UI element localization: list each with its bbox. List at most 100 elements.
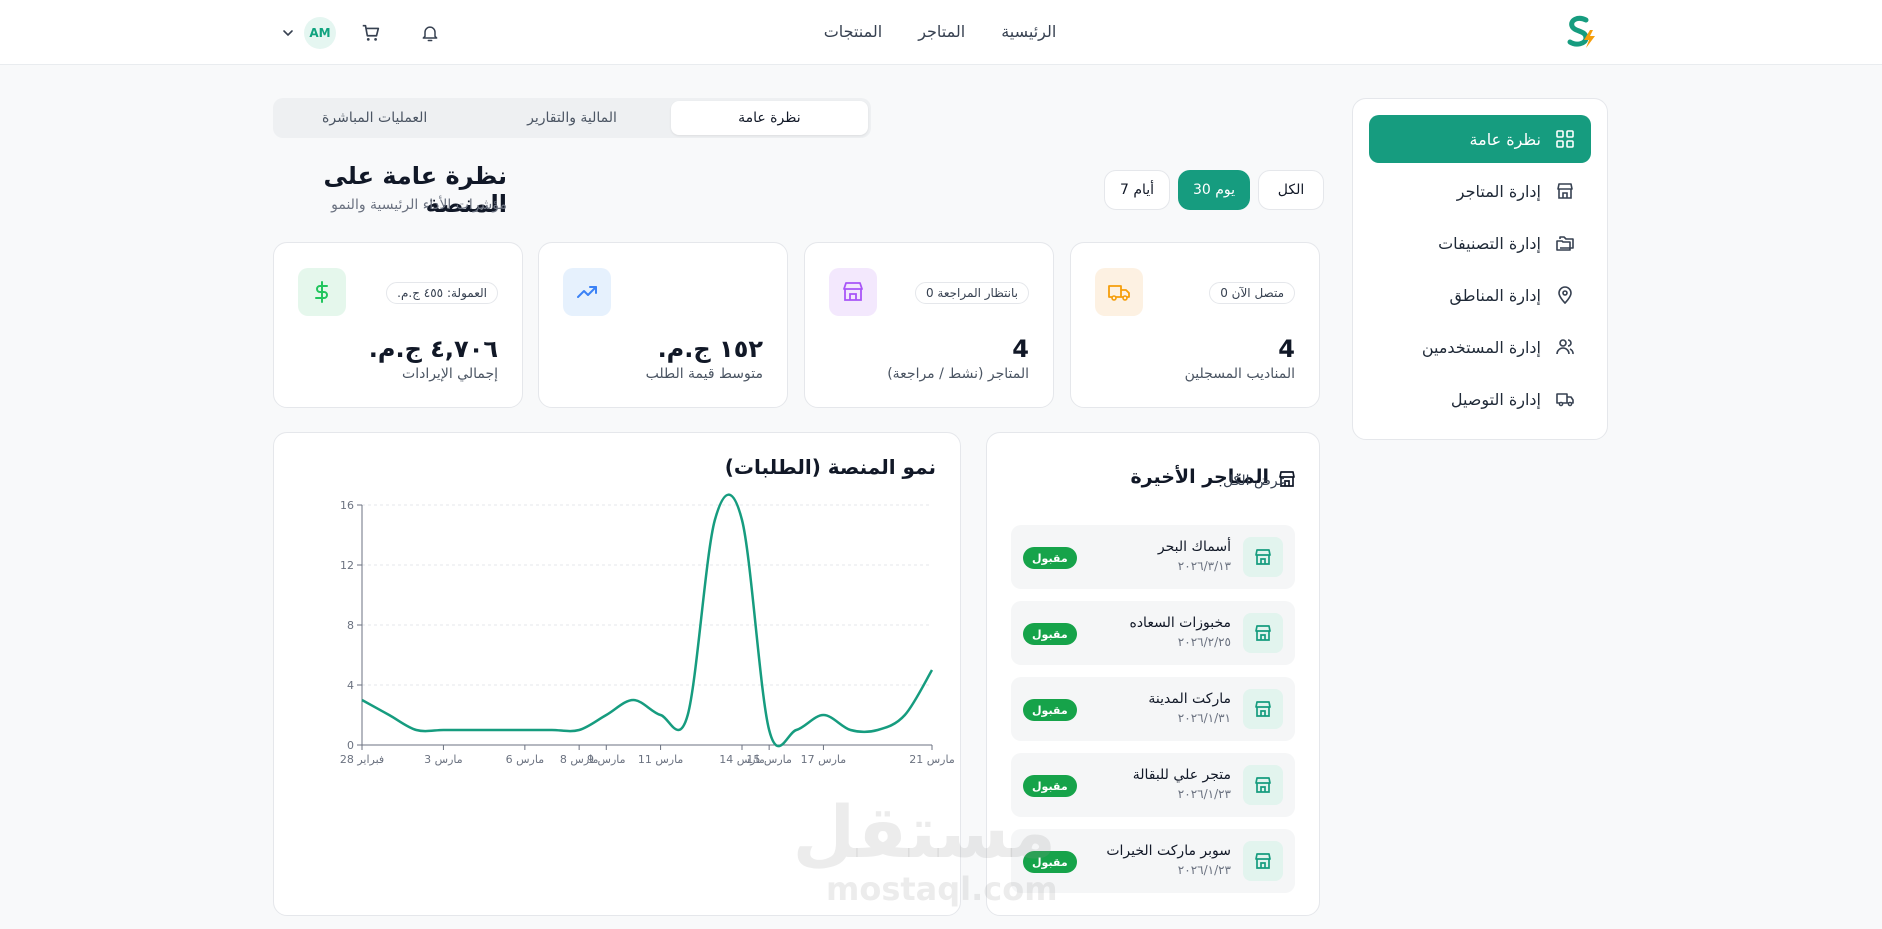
truck-icon: [1108, 285, 1130, 301]
stat-label: متوسط قيمة الطلب: [645, 366, 763, 382]
status-badge: مقبول: [1023, 699, 1077, 721]
chart-title: نمو المنصة (الطلبات): [724, 455, 936, 479]
y-tick-label: 8: [347, 619, 354, 632]
status-badge: بانتظار المراجعة 0: [914, 282, 1029, 304]
store-date: ٢٠٢٦/٣/١٣: [1177, 559, 1231, 573]
store-icon: [1255, 701, 1271, 717]
x-tick-label: مارس 15: [746, 753, 792, 766]
range-all-button[interactable]: الكل: [1258, 170, 1324, 210]
stat-value: 4: [1278, 335, 1295, 363]
store-name: سوبر ماركت الخيرات: [1106, 843, 1231, 859]
sidebar-item-label: إدارة التصنيفات: [1438, 233, 1541, 253]
tab-finance-reports[interactable]: المالية والتقارير: [473, 101, 670, 135]
stat-icon-wrap: [1095, 268, 1143, 316]
store-name: أسماك البحر: [1157, 539, 1231, 555]
store-list-item[interactable]: ماركت المدينة ٢٠٢٦/١/٣١ مقبول: [1011, 677, 1295, 741]
stat-label: إجمالي الإيرادات: [402, 366, 498, 382]
status-badge: مقبول: [1023, 547, 1077, 569]
range-7-days-button[interactable]: 7 أيام: [1104, 170, 1170, 210]
top-navbar: الرئيسية المتاجر المنتجات AM: [0, 0, 1882, 65]
user-avatar[interactable]: AM: [304, 17, 336, 49]
sidebar-item-label: إدارة التوصيل: [1450, 389, 1541, 409]
y-tick-label: 12: [340, 559, 354, 572]
x-tick-label: مارس 17: [801, 753, 847, 766]
view-all-link[interactable]: عرض الكل: [1223, 473, 1287, 489]
status-badge: العمولة: ٤٥٥ ج.م.: [386, 282, 498, 304]
page-subtitle: مؤشرات الأداء الرئيسية والنمو: [331, 197, 507, 213]
growth-chart-card: نمو المنصة (الطلبات) 0 4 8 12 16 فبراير 28 مار…: [273, 432, 961, 916]
sidebar-item-stores[interactable]: إدارة المتاجر: [1369, 167, 1591, 215]
stat-icon-wrap: [563, 268, 611, 316]
nav-link-home[interactable]: الرئيسية: [1001, 22, 1056, 41]
store-icon: [1255, 549, 1271, 565]
y-tick-label: 16: [340, 499, 354, 512]
x-tick-label: مارس 3: [424, 753, 463, 766]
trending-up-icon: [577, 286, 597, 298]
status-badge: مقبول: [1023, 775, 1077, 797]
stat-label: المناديب المسجلين: [1184, 366, 1295, 382]
folders-icon: [1556, 236, 1574, 251]
section-tabs: نظرة عامة المالية والتقارير العمليات الم…: [273, 98, 871, 138]
store-avatar: [1243, 841, 1283, 881]
sidebar: نظرة عامة إدارة المتاجر إدارة التصنيفات …: [1352, 98, 1608, 440]
store-list-item[interactable]: متجر علي للبقالة ٢٠٢٦/١/٢٣ مقبول: [1011, 753, 1295, 817]
nav-link-products[interactable]: المنتجات: [824, 22, 883, 41]
stat-value: ٤,٧٠٦ ج.م.: [368, 335, 498, 363]
grid-icon: [1556, 130, 1574, 148]
store-name: متجر علي للبقالة: [1132, 767, 1231, 783]
sidebar-item-zones[interactable]: إدارة المناطق: [1369, 271, 1591, 319]
x-tick-label: مارس 11: [638, 753, 684, 766]
store-date: ٢٠٢٦/١/٢٣: [1177, 787, 1231, 801]
tab-live-operations[interactable]: العمليات المباشرة: [276, 101, 473, 135]
store-list-item[interactable]: أسماك البحر ٢٠٢٦/٣/١٣ مقبول: [1011, 525, 1295, 589]
store-avatar: [1243, 613, 1283, 653]
logo-icon[interactable]: [1564, 14, 1598, 50]
x-tick-label: فبراير 28: [340, 753, 384, 766]
sidebar-item-label: إدارة المستخدمين: [1421, 337, 1541, 357]
sidebar-item-label: إدارة المناطق: [1449, 285, 1541, 305]
y-tick-label: 4: [347, 679, 354, 692]
x-tick-label: مارس 9: [587, 753, 626, 766]
chevron-down-icon[interactable]: [280, 25, 296, 41]
sidebar-item-label: إدارة المتاجر: [1456, 181, 1541, 201]
store-name: ماركت المدينة: [1148, 691, 1231, 707]
map-pin-icon: [1558, 286, 1572, 305]
store-date: ٢٠٢٦/٢/٢٥: [1177, 635, 1231, 649]
store-icon: [843, 282, 863, 301]
nav-link-stores[interactable]: المتاجر: [918, 22, 965, 41]
status-badge: مقبول: [1023, 623, 1077, 645]
store-date: ٢٠٢٦/١/٣١: [1177, 711, 1231, 725]
stat-icon-wrap: [298, 268, 346, 316]
store-avatar: [1243, 689, 1283, 729]
stat-card-revenue: العمولة: ٤٥٥ ج.م. ٤,٧٠٦ ج.م. إجمالي الإي…: [273, 242, 523, 408]
range-30-days-button[interactable]: 30 يوم: [1178, 170, 1250, 210]
stat-value: ١٥٢ ج.م.: [657, 335, 763, 363]
store-icon: [1255, 777, 1271, 793]
bell-icon[interactable]: [420, 23, 440, 43]
store-list-item[interactable]: مخبوزات السعاده ٢٠٢٦/٢/٢٥ مقبول: [1011, 601, 1295, 665]
store-list-item[interactable]: سوبر ماركت الخيرات ٢٠٢٦/١/٢٣ مقبول: [1011, 829, 1295, 893]
store-icon: [1255, 853, 1271, 869]
tab-overview[interactable]: نظرة عامة: [670, 101, 868, 135]
stat-value: 4: [1012, 335, 1029, 363]
sidebar-item-users[interactable]: إدارة المستخدمين: [1369, 323, 1591, 371]
store-avatar: [1243, 765, 1283, 805]
sidebar-item-delivery[interactable]: إدارة التوصيل: [1369, 375, 1591, 423]
nav-actions: AM: [280, 17, 440, 49]
stat-icon-wrap: [829, 268, 877, 316]
x-tick-label: مارس 6: [506, 753, 545, 766]
stat-card-stores: بانتظار المراجعة 0 4 المتاجر (نشط / مراج…: [804, 242, 1054, 408]
recent-stores-card: المتاجر الأخيرة عرض الكل أسماك البحر ٢٠٢٦…: [986, 432, 1320, 916]
main-nav: الرئيسية المتاجر المنتجات: [820, 22, 1060, 41]
growth-line-chart: 0481216فبراير 28 مارس 3 مارس 6 مارس 8مارس 9…: [340, 493, 955, 766]
cart-icon[interactable]: [360, 22, 382, 44]
dollar-icon: [315, 281, 328, 303]
sidebar-item-categories[interactable]: إدارة التصنيفات: [1369, 219, 1591, 267]
sidebar-item-label: نظرة عامة: [1469, 129, 1541, 149]
sidebar-item-overview[interactable]: نظرة عامة: [1369, 115, 1591, 163]
users-icon: [1556, 339, 1574, 355]
store-date: ٢٠٢٦/١/٢٣: [1177, 863, 1231, 877]
stat-card-avg-order: ١٥٢ ج.م. متوسط قيمة الطلب: [538, 242, 788, 408]
status-badge: مقبول: [1023, 851, 1077, 873]
series-line: [361, 493, 934, 748]
